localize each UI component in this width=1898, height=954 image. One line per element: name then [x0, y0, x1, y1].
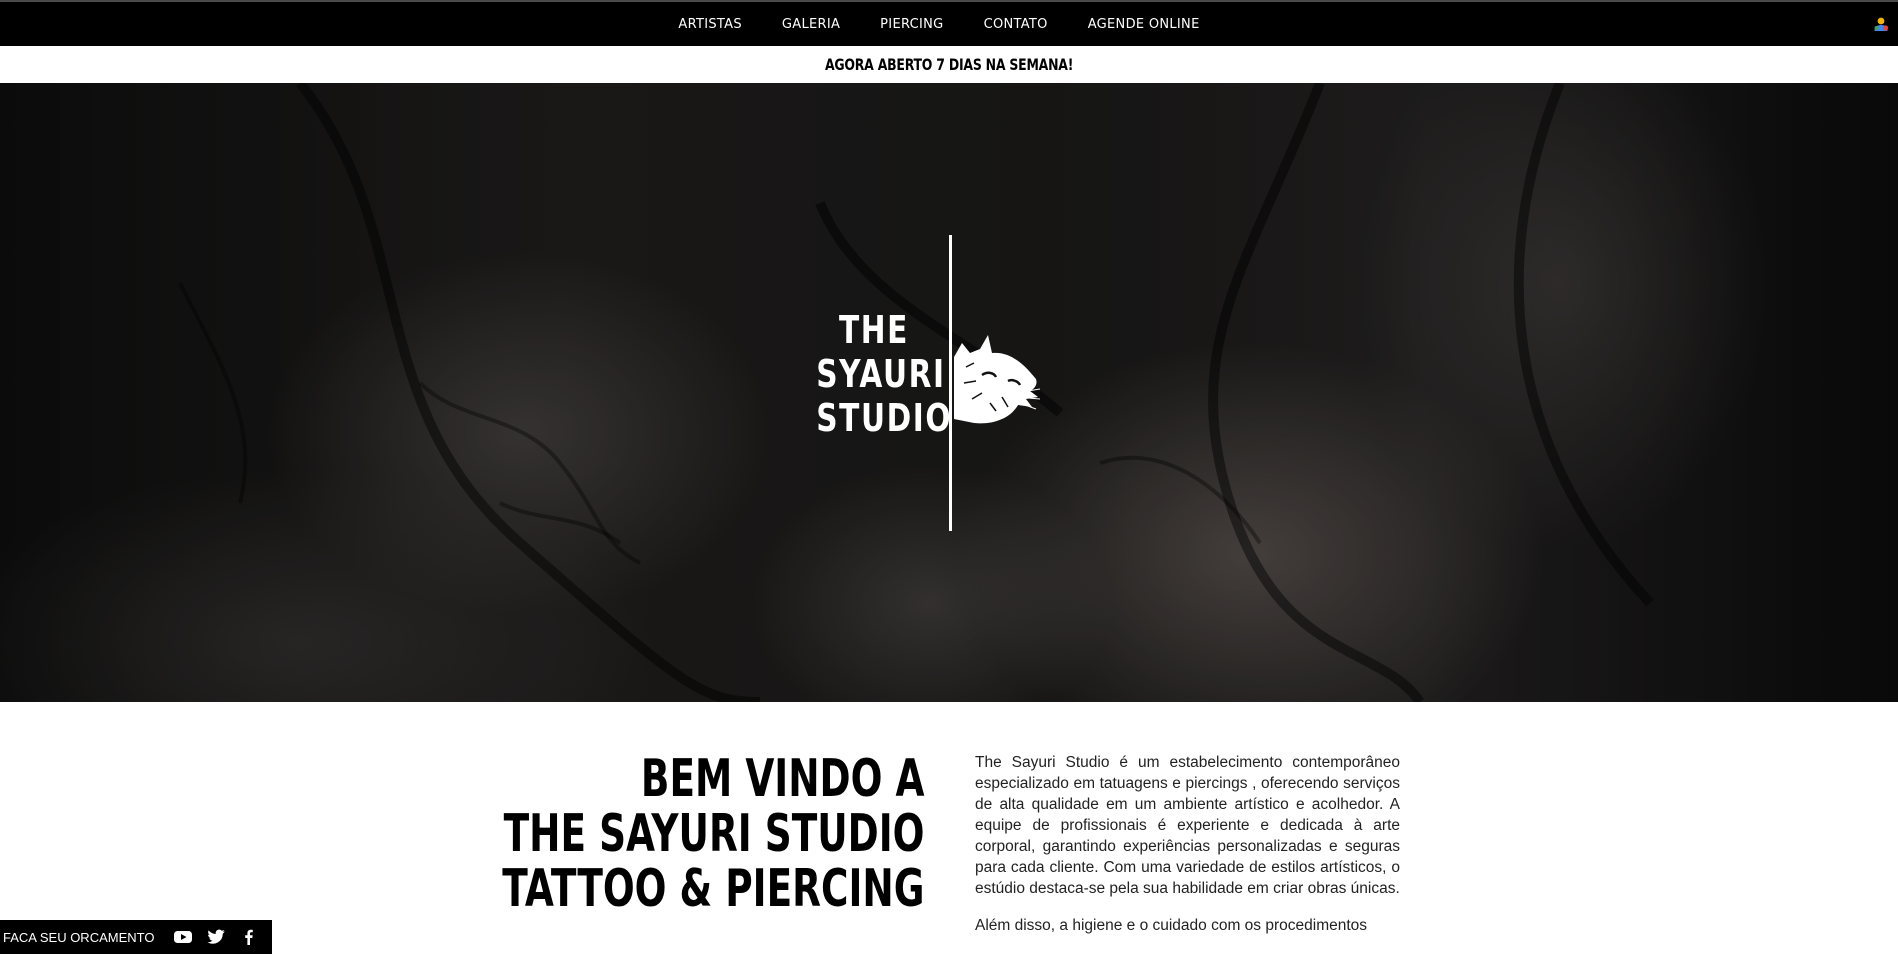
brand-line: SYAURI [816, 352, 946, 396]
nav-links: ARTISTAS GALERIA PIERCING CONTATO AGENDE… [0, 2, 1898, 46]
nav-item-piercing[interactable]: PIERCING [860, 17, 963, 32]
welcome-heading: BEM VINDO A THE SAYURI STUDIO TATTOO & P… [502, 752, 924, 917]
nav-item-contato[interactable]: CONTATO [964, 17, 1068, 32]
brand-line: STUDIO [816, 396, 953, 440]
nav-item-agende-online[interactable]: AGENDE ONLINE [1068, 17, 1220, 32]
user-account-icon[interactable] [1872, 15, 1890, 33]
promo-text: AGORA ABERTO 7 DIAS NA SEMANA! [824, 55, 1074, 74]
brand-line: THE [839, 308, 909, 352]
nav-item-artistas[interactable]: ARTISTAS [658, 17, 761, 32]
quote-request-link[interactable]: FACA SEU ORCAMENTO [3, 930, 154, 945]
welcome-paragraph: The Sayuri Studio é um estabelecimento c… [975, 754, 1400, 897]
quote-bar: FACA SEU ORCAMENTO [0, 920, 272, 954]
nav-item-galeria[interactable]: GALERIA [762, 17, 860, 32]
welcome-paragraph: Além disso, a higiene e o cuidado com os… [975, 917, 1368, 934]
hero-banner: THE SYAURI STUDIO [0, 83, 1898, 702]
welcome-description: The Sayuri Studio é um estabelecimento c… [975, 752, 1400, 952]
welcome-heading-line: TATTOO & PIERCING [501, 859, 924, 919]
twitter-icon[interactable] [207, 929, 225, 945]
youtube-icon[interactable] [174, 929, 192, 945]
promo-banner: AGORA ABERTO 7 DIAS NA SEMANA! [0, 46, 1898, 84]
top-navigation-bar: ARTISTAS GALERIA PIERCING CONTATO AGENDE… [0, 0, 1898, 46]
welcome-heading-line: BEM VINDO A [640, 749, 924, 809]
welcome-heading-line: THE SAYURI STUDIO [503, 804, 924, 864]
facebook-icon[interactable] [240, 929, 258, 945]
cat-logo-icon [954, 335, 1040, 424]
studio-brand-name: THE SYAURI STUDIO [816, 308, 953, 440]
